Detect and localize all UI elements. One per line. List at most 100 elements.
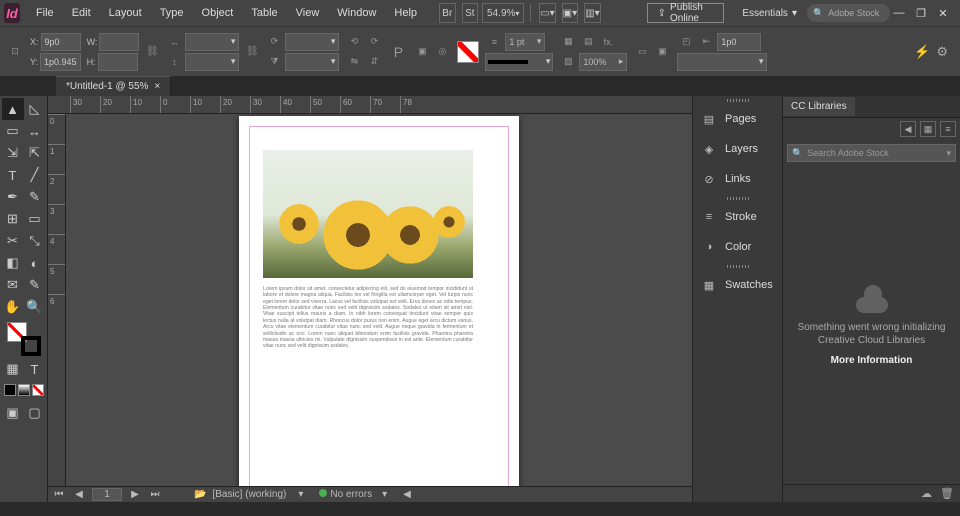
panel-swatches[interactable]: ▦Swatches — [693, 270, 782, 300]
y-field[interactable]: 1p0.945 — [40, 53, 81, 71]
pencil-tool[interactable]: ✎ — [24, 186, 46, 208]
direct-selection-tool[interactable]: ◺ — [24, 98, 46, 120]
panel-stroke[interactable]: ≡Stroke — [693, 202, 782, 232]
panel-pages[interactable]: ▤Pages — [693, 104, 782, 134]
menu-layout[interactable]: Layout — [101, 3, 150, 23]
constrain-wh-icon[interactable]: ⛓ — [145, 34, 159, 70]
apply-none-button[interactable] — [32, 384, 44, 396]
w-field[interactable] — [99, 33, 139, 51]
prev-page-button[interactable]: ◀ — [72, 489, 86, 500]
menu-table[interactable]: Table — [243, 3, 285, 23]
content-collector-tool[interactable]: ⇲ — [2, 142, 24, 164]
menu-object[interactable]: Object — [194, 3, 242, 23]
cc-search-field[interactable]: 🔍Search Adobe Stock▾ — [787, 144, 956, 162]
stroke-style-field[interactable]: ▾ — [485, 53, 553, 71]
cc-grid-view-button[interactable]: ▦ — [920, 121, 936, 137]
h-field[interactable] — [98, 53, 138, 71]
flip-h-icon[interactable]: ⇋ — [345, 53, 363, 71]
image-frame[interactable] — [263, 150, 473, 278]
format-container-button[interactable]: ▦ — [2, 358, 24, 380]
selection-tool[interactable]: ▲ — [2, 98, 24, 120]
bridge-button[interactable]: Br — [439, 3, 456, 23]
adobe-stock-search[interactable]: 🔍Adobe Stock — [807, 4, 890, 22]
menu-type[interactable]: Type — [152, 3, 192, 23]
gpu-performance-icon[interactable]: ⚡ — [914, 44, 930, 60]
menu-edit[interactable]: Edit — [64, 3, 99, 23]
hand-tool[interactable]: ✋ — [2, 296, 24, 318]
screen-mode-button[interactable]: ▣▾ — [562, 3, 579, 23]
corner-style-field[interactable]: ▾ — [677, 53, 767, 71]
next-page-button[interactable]: ▶ — [128, 489, 142, 500]
preflight-status[interactable]: No errors — [330, 489, 372, 500]
menu-window[interactable]: Window — [329, 3, 384, 23]
cc-back-button[interactable]: ◀ — [900, 121, 916, 137]
preflight-profile[interactable]: [Basic] (working) — [212, 489, 286, 500]
flip-v-icon[interactable]: ⇵ — [365, 53, 383, 71]
rotate-ccw-icon[interactable]: ⟲ — [345, 33, 363, 51]
apply-color-button[interactable] — [4, 384, 16, 396]
open-icon[interactable]: 📂 — [194, 489, 206, 500]
fill-swatch[interactable] — [457, 41, 479, 63]
indent-field[interactable]: 1p0 — [717, 33, 761, 51]
view-options-button[interactable]: ▭▾ — [539, 3, 556, 23]
workspace-switcher[interactable]: Essentials▾ — [742, 8, 797, 19]
window-minimize-button[interactable]: — — [892, 7, 906, 20]
cc-delete-icon[interactable]: 🗑 — [940, 487, 954, 500]
panel-layers[interactable]: ◈Layers — [693, 134, 782, 164]
rotate-field[interactable]: ▾ — [285, 33, 339, 51]
menu-view[interactable]: View — [288, 3, 328, 23]
menu-file[interactable]: File — [28, 3, 62, 23]
close-icon[interactable]: × — [154, 81, 160, 92]
type-tool[interactable]: T — [2, 164, 24, 186]
gradient-feather-tool[interactable]: ◐ — [24, 252, 46, 274]
menu-help[interactable]: Help — [386, 3, 425, 23]
rectangle-tool[interactable]: ▭ — [24, 208, 46, 230]
scroll-left-button[interactable]: ◀ — [403, 489, 411, 500]
pasteboard[interactable]: Lorem ipsum dolor sit amet, consectetur … — [66, 114, 692, 486]
cc-list-view-button[interactable]: ≡ — [940, 121, 956, 137]
reference-point-widget[interactable]: ⊡ — [6, 43, 24, 61]
view-mode-normal[interactable]: ▣ — [2, 402, 24, 424]
x-field[interactable]: 9p0 — [41, 33, 81, 51]
corner-options-icon[interactable]: ◰ — [677, 33, 695, 51]
rectangle-frame-tool[interactable]: ⊞ — [2, 208, 24, 230]
panel-links[interactable]: ⊘Links — [693, 164, 782, 194]
auto-fit-icon[interactable]: ▦ — [559, 33, 577, 51]
vertical-ruler[interactable]: 0 1 2 3 4 5 6 — [48, 114, 66, 486]
first-page-button[interactable]: ⏮ — [52, 489, 66, 500]
pen-tool[interactable]: ✒ — [2, 186, 24, 208]
fitting-icon[interactable]: ▤ — [579, 33, 597, 51]
horizontal-ruler[interactable]: 30 20 10 0 10 20 30 40 50 60 70 78 — [48, 96, 692, 114]
content-placer-tool[interactable]: ⇱ — [24, 142, 46, 164]
constrain-scale-icon[interactable]: ⛓ — [245, 34, 259, 70]
scissors-tool[interactable]: ✂ — [2, 230, 24, 252]
cc-more-info-link[interactable]: More Information — [831, 355, 913, 366]
opacity-field[interactable]: 100%▸ — [579, 53, 627, 71]
page-number-field[interactable]: 1 — [92, 488, 122, 501]
format-text-button[interactable]: T — [24, 358, 46, 380]
panel-color[interactable]: ◑Color — [693, 232, 782, 262]
apply-gradient-button[interactable] — [18, 384, 30, 396]
rotate-cw-icon[interactable]: ⟳ — [365, 33, 383, 51]
cc-libraries-tab[interactable]: CC Libraries — [783, 97, 855, 116]
page-tool[interactable]: ▭ — [2, 120, 24, 142]
publish-online-button[interactable]: ⇪Publish Online — [647, 3, 725, 23]
select-container-icon[interactable]: ▣ — [413, 43, 431, 61]
stock-button[interactable]: St — [462, 3, 479, 23]
arrange-documents-button[interactable]: ▥▾ — [584, 3, 601, 23]
eyedropper-tool[interactable]: ✎ — [24, 274, 46, 296]
cc-sync-icon[interactable]: ☁ — [921, 487, 932, 500]
line-tool[interactable]: ╱ — [24, 164, 46, 186]
stroke-weight-field[interactable]: 1 pt▾ — [505, 33, 545, 51]
window-close-button[interactable]: ✕ — [936, 7, 950, 20]
settings-icon[interactable]: ⚙ — [936, 44, 948, 60]
zoom-level-field[interactable]: 54.9%▾ — [482, 3, 524, 23]
window-restore-button[interactable]: ❐ — [914, 7, 928, 20]
gap-tool[interactable]: ↔ — [24, 120, 46, 142]
scale-x-field[interactable]: ▾ — [185, 33, 239, 51]
note-tool[interactable]: ✉ — [2, 274, 24, 296]
paragraph-style-icon[interactable]: P — [389, 43, 407, 61]
text-frame[interactable]: Lorem ipsum dolor sit amet, consectetur … — [263, 286, 473, 350]
select-content-icon[interactable]: ◎ — [433, 43, 451, 61]
effects-icon[interactable]: fx. — [599, 33, 617, 51]
